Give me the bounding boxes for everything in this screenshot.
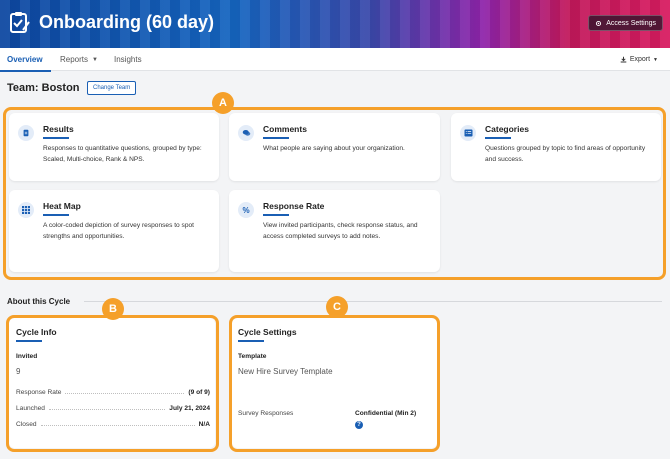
card-comments[interactable]: Comments What people are saying about yo… <box>229 113 440 181</box>
annotation-badge-c: C <box>326 296 348 318</box>
card-title: Results <box>43 124 74 134</box>
title-underline <box>263 214 289 216</box>
section-divider <box>84 301 662 302</box>
access-settings-label: Access Settings <box>606 19 656 27</box>
download-icon <box>620 56 627 63</box>
export-label: Export <box>629 56 651 63</box>
card-results[interactable]: Results Responses to quantitative questi… <box>9 113 219 181</box>
card-description: A color-coded depiction of survey respon… <box>43 222 195 240</box>
card-title: Categories <box>485 124 529 134</box>
list-icon <box>460 125 476 141</box>
page-title: Onboarding (60 day) <box>39 12 215 32</box>
annotation-badge-b: B <box>102 298 124 320</box>
card-description: What people are saying about your organi… <box>263 145 405 152</box>
section-title: About this Cycle <box>7 297 71 306</box>
card-description: Questions grouped by topic to find areas… <box>485 145 646 163</box>
card-description: View invited participants, check respons… <box>263 222 418 240</box>
highlight-box-b <box>6 315 219 452</box>
card-title: Heat Map <box>43 201 81 211</box>
tab-reports-label: Reports <box>60 55 89 64</box>
annotation-badge-a: A <box>212 92 234 114</box>
title-underline <box>263 137 289 139</box>
card-title: Comments <box>263 124 307 134</box>
card-response-rate[interactable]: % Response Rate View invited participant… <box>229 190 440 272</box>
card-heat-map[interactable]: Heat Map A color-coded depiction of surv… <box>9 190 219 272</box>
nav-bar: Overview Reports ▼ Insights Export ▼ <box>0 48 670 72</box>
title-underline <box>485 137 511 139</box>
tab-overview[interactable]: Overview <box>0 48 51 72</box>
team-title: Team: Boston <box>7 82 80 94</box>
chevron-down-icon: ▼ <box>653 56 658 63</box>
tab-insights-label: Insights <box>114 55 142 64</box>
header-banner: Onboarding (60 day) Access Settings <box>0 0 670 48</box>
tab-insights[interactable]: Insights <box>114 48 142 71</box>
tab-reports[interactable]: Reports ▼ <box>60 48 98 71</box>
tab-overview-label: Overview <box>7 55 43 64</box>
title-underline <box>43 137 69 139</box>
chat-bubbles-icon <box>238 125 254 141</box>
title-underline <box>43 214 69 216</box>
active-tab-indicator <box>0 70 51 72</box>
card-description: Responses to quantitative questions, gro… <box>43 145 202 163</box>
highlight-box-c <box>229 315 440 452</box>
chevron-down-icon: ▼ <box>92 56 98 63</box>
percent-icon: % <box>238 202 254 218</box>
card-title: Response Rate <box>263 201 325 211</box>
grid-icon <box>18 202 34 218</box>
gear-icon <box>596 20 602 26</box>
change-team-button[interactable]: Change Team <box>87 81 137 95</box>
document-icon <box>18 125 34 141</box>
access-settings-button[interactable]: Access Settings <box>588 15 663 31</box>
clipboard-check-icon <box>10 12 30 33</box>
card-categories[interactable]: Categories Questions grouped by topic to… <box>451 113 661 181</box>
export-button[interactable]: Export ▼ <box>620 48 658 71</box>
